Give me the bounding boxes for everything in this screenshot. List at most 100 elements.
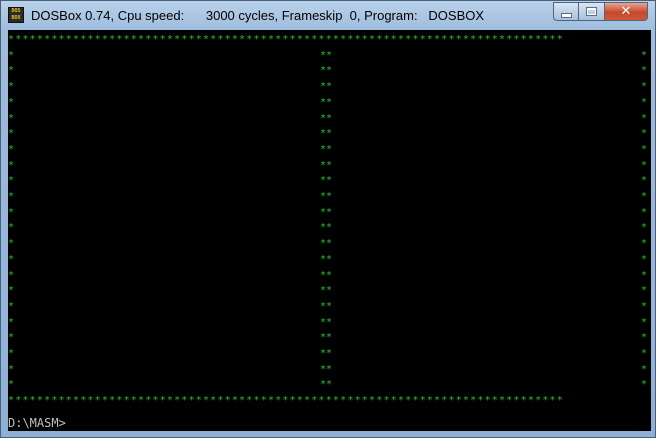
left-border-star: * — [8, 81, 15, 93]
left-border-star: * — [8, 175, 15, 187]
grid-row: * ** * — [8, 126, 651, 142]
command-prompt[interactable]: D:\MASM> — [8, 416, 66, 430]
center-divider-stars: ** — [320, 238, 333, 250]
right-border-star: * — [641, 96, 648, 108]
grid-row: * ** * — [8, 173, 651, 189]
grid-row: * ** * — [8, 268, 651, 284]
icon-line-2: BOX — [11, 15, 21, 21]
center-divider-stars: ** — [320, 253, 333, 265]
center-divider-stars: ** — [320, 379, 333, 391]
left-border-star: * — [8, 49, 15, 61]
center-divider-stars: ** — [320, 363, 333, 375]
center-divider-stars: ** — [320, 222, 333, 234]
grid-row: * ** * — [8, 299, 651, 315]
right-border-star: * — [641, 332, 648, 344]
grid-row: * ** * — [8, 48, 651, 64]
grid-row: * ** * — [8, 95, 651, 111]
right-border-star: * — [641, 379, 648, 391]
center-divider-stars: ** — [320, 96, 333, 108]
left-border-star: * — [8, 191, 15, 202]
center-divider-stars: ** — [320, 300, 333, 312]
right-border-star: * — [641, 253, 648, 265]
grid-row: * ** * — [8, 283, 651, 299]
grid-row: * ** * — [8, 330, 651, 346]
grid-row: * ** * — [8, 220, 651, 236]
right-border-star: * — [641, 269, 648, 281]
close-button[interactable]: ✕ — [605, 2, 648, 21]
center-divider-stars: ** — [320, 65, 333, 77]
bottom-border-row: ****************************************… — [8, 395, 564, 407]
right-border-star: * — [641, 206, 648, 218]
left-border-star: * — [8, 348, 15, 359]
right-border-star: * — [641, 285, 648, 297]
dosbox-icon[interactable]: DOS BOX — [8, 7, 24, 23]
right-border-star: * — [641, 191, 648, 202]
icon-line-1: DOS — [11, 8, 21, 14]
grid-row: * ** * — [8, 377, 651, 393]
right-border-star: * — [641, 128, 648, 140]
grid-row: * ** * — [8, 63, 651, 79]
center-divider-stars: ** — [320, 81, 333, 93]
left-border-star: * — [8, 159, 15, 171]
center-divider-stars: ** — [320, 269, 333, 281]
left-border-star: * — [8, 379, 15, 391]
left-border-star: * — [8, 316, 15, 328]
close-icon: ✕ — [620, 4, 632, 19]
left-border-star: * — [8, 363, 15, 375]
left-border-star: * — [8, 128, 15, 140]
right-border-star: * — [641, 81, 648, 93]
left-border-star: * — [8, 269, 15, 281]
center-divider-stars: ** — [320, 112, 333, 124]
dosbox-window: DOS BOX DOSBox 0.74, Cpu speed: 3000 cyc… — [0, 0, 656, 438]
left-border-star: * — [8, 285, 15, 297]
center-divider-stars: ** — [320, 316, 333, 328]
center-divider-stars: ** — [320, 285, 333, 297]
right-border-star: * — [641, 65, 648, 77]
right-border-star: * — [641, 363, 648, 375]
minimize-button[interactable] — [553, 2, 579, 21]
center-divider-stars: ** — [320, 175, 333, 187]
grid-row: * ** * — [8, 252, 651, 268]
left-border-star: * — [8, 238, 15, 250]
center-divider-stars: ** — [320, 128, 333, 140]
grid-row: * ** * — [8, 346, 651, 362]
grid-row: * ** * — [8, 362, 651, 378]
right-border-star: * — [641, 143, 648, 155]
left-border-star: * — [8, 112, 15, 124]
left-border-star: * — [8, 222, 15, 234]
left-border-star: * — [8, 143, 15, 155]
left-border-star: * — [8, 65, 15, 77]
right-border-star: * — [641, 175, 648, 187]
grid-row: * ** * — [8, 205, 651, 221]
grid-row: * ** * — [8, 79, 651, 95]
center-divider-stars: ** — [320, 332, 333, 344]
right-border-star: * — [641, 159, 648, 171]
left-border-star: * — [8, 253, 15, 265]
grid-row: * ** * — [8, 189, 651, 205]
grid-row: * ** * — [8, 142, 651, 158]
top-border-row: ****************************************… — [8, 34, 564, 45]
center-divider-stars: ** — [320, 49, 333, 61]
right-border-star: * — [641, 316, 648, 328]
grid-row: * ** * — [8, 236, 651, 252]
left-border-star: * — [8, 332, 15, 344]
maximize-button[interactable] — [579, 2, 605, 21]
caption-buttons: ✕ — [553, 2, 648, 21]
title-bar[interactable]: DOS BOX DOSBox 0.74, Cpu speed: 3000 cyc… — [1, 1, 655, 31]
right-border-star: * — [641, 222, 648, 234]
minimize-icon — [560, 12, 572, 18]
center-divider-stars: ** — [320, 159, 333, 171]
dos-screen[interactable]: ****************************************… — [8, 30, 651, 431]
center-divider-stars: ** — [320, 191, 333, 202]
grid-row: * ** * — [8, 111, 651, 127]
grid-row: * ** * — [8, 315, 651, 331]
left-border-star: * — [8, 96, 15, 108]
center-divider-stars: ** — [320, 206, 333, 218]
left-border-star: * — [8, 206, 15, 218]
window-title: DOSBox 0.74, Cpu speed: 3000 cycles, Fra… — [31, 8, 485, 23]
right-border-star: * — [641, 238, 648, 250]
grid-row: * ** * — [8, 158, 651, 174]
center-divider-stars: ** — [320, 348, 333, 359]
right-border-star: * — [641, 348, 648, 359]
maximize-icon — [586, 7, 597, 16]
